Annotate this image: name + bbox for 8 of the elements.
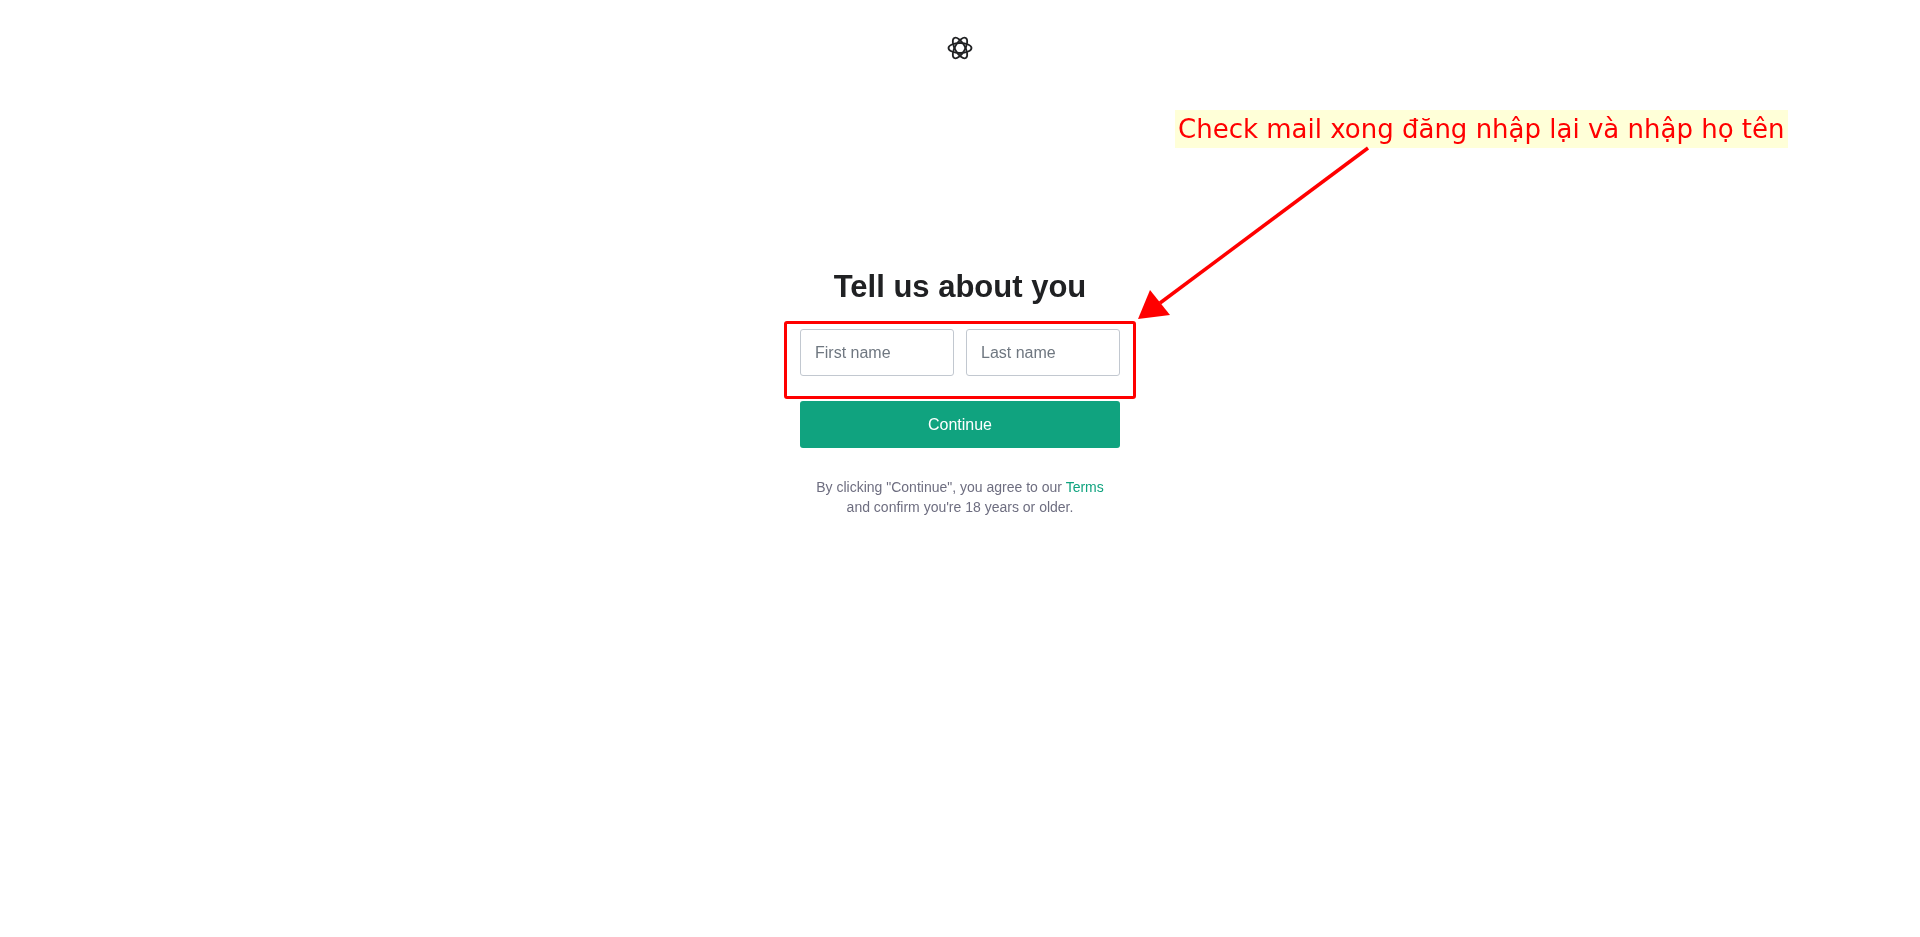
terms-link[interactable]: Terms (1065, 479, 1104, 495)
name-field[interactable]: First name (800, 329, 954, 376)
legal-text: By clicking "Continue", you agree to our (816, 479, 1062, 495)
continue-button[interactable]: Continue (800, 401, 1120, 448)
annotation-caption: Check mail xong đăng nhập lại và nhập họ tên (1175, 110, 1788, 148)
name-field[interactable]: Last name (966, 329, 1120, 376)
legal-text: and confirm you're 18 years or older. (846, 499, 1074, 515)
page-heading: Tell us about you (833, 269, 1087, 305)
